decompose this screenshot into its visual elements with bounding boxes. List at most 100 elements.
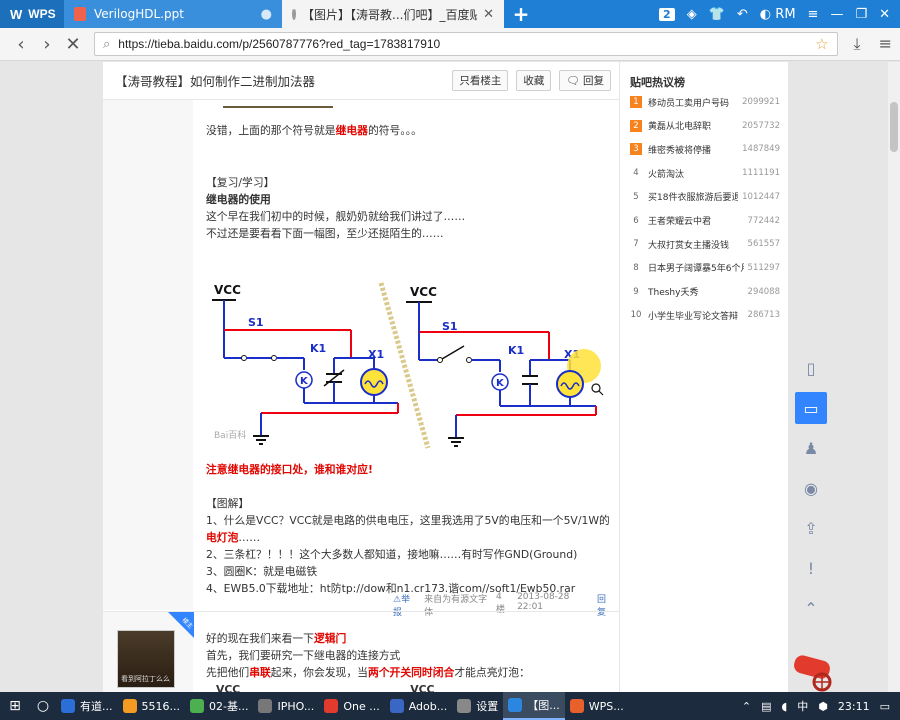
tab-verilog-ppt[interactable]: VerilogHDL.ppt ● — [64, 0, 282, 28]
vcc-label-left: VCC — [214, 283, 241, 297]
back-button[interactable]: ‹ — [8, 34, 34, 55]
hot-topic-item[interactable]: 4 火箭淘汰 1111191 — [630, 165, 780, 181]
paragraph: 不过还是要看看下面一幅图，至少还挺陌生的…… — [206, 227, 444, 240]
taskbar-app[interactable]: 5516... — [118, 692, 185, 720]
hot-topic-item[interactable]: 9 Theshy夭秀 294088 — [630, 284, 780, 300]
circuit-diagram: VCC S1 K K1 X1 Bai百科 VCC S1 K K1 — [212, 282, 604, 449]
shirt-icon[interactable]: 👕 — [709, 7, 725, 22]
hot-topic-count: 772442 — [747, 215, 780, 226]
hot-topic-count: 286713 — [747, 310, 780, 321]
tab-tieba[interactable]: 【图片】【涛哥教...们吧】_百度贴吧 ✕ — [282, 0, 504, 28]
tab-label: WPS — [28, 7, 56, 21]
hot-topic-item[interactable]: 8 日本男子阔谭暴5年6个月 511297 — [630, 260, 780, 276]
bookmark-star-icon[interactable]: ☆ — [815, 35, 828, 53]
wps-logo-icon: W — [10, 6, 23, 22]
hot-topic-name[interactable]: 火箭淘汰 — [648, 167, 738, 180]
tab-count-badge[interactable]: 2 — [659, 7, 675, 21]
close-window-icon[interactable]: ✕ — [879, 7, 890, 22]
hot-topic-name[interactable]: 小学生毕业写论文答辩 — [648, 309, 744, 322]
post-floor: 楼主 看到阿拉丁么么 好的现在我们来看一下逻辑门 首先，我们要研究一下继电器的连… — [103, 611, 619, 692]
restore-icon[interactable]: ❐ — [855, 7, 867, 22]
taskbar-app-label: 5516... — [141, 699, 180, 713]
list-item: 1、什么是VCC？VCC就是电路的供电电压，这里我选用了5V的电压和一个5V/1… — [206, 514, 610, 544]
game-icon[interactable]: ◉ — [795, 472, 827, 504]
clock[interactable]: 23:11 — [838, 700, 870, 713]
only-owner-button[interactable]: 只看楼主 — [452, 70, 509, 91]
notification-icon[interactable]: ▭ — [880, 700, 890, 713]
start-button[interactable]: ⊞ — [0, 698, 30, 714]
antivirus-icon[interactable]: ⬢ — [818, 700, 828, 713]
reply-button[interactable]: 🗨 回复 — [559, 70, 611, 91]
browser-menu-icon[interactable]: ≡ — [879, 34, 892, 54]
volume-icon[interactable]: ◖ — [781, 700, 787, 713]
hot-topic-name[interactable]: 买18件衣服旅游后要退 — [648, 190, 738, 203]
network-icon[interactable]: ▤ — [761, 700, 771, 713]
paragraph: 先把他们串联起来，你会发现，当两个开关同时闭合才能点亮灯泡： — [206, 666, 530, 679]
taskbar-app-label: 有道... — [80, 700, 113, 713]
search-icon[interactable]: ○ — [30, 698, 56, 714]
scrollbar-thumb[interactable] — [890, 102, 898, 152]
taskbar-app[interactable]: 02-基... — [185, 692, 253, 720]
shield-icon[interactable]: ◈ — [687, 7, 697, 22]
subheading: 继电器的使用 — [206, 193, 271, 206]
taskbar-app[interactable]: One ... — [319, 692, 384, 720]
hot-topic-rank: 9 — [633, 286, 639, 297]
share-icon[interactable]: ⇪ — [795, 512, 827, 544]
app-icon — [324, 699, 339, 713]
hot-topic-name[interactable]: 日本男子阔谭暴5年6个月 — [648, 261, 744, 274]
close-tab-icon[interactable]: ● — [261, 7, 272, 22]
taskbar-app[interactable]: Adob... — [385, 692, 453, 720]
taskbar-app[interactable]: 【图... — [503, 692, 565, 720]
hot-topic-item[interactable]: 5 买18件衣服旅游后要退 1012447 — [630, 189, 780, 205]
taskbar-app-label: One ... — [343, 699, 380, 713]
taskbar-app[interactable]: 设置 — [452, 692, 503, 720]
hot-topic-item[interactable]: 10 小学生毕业写论文答辩 286713 — [630, 307, 780, 323]
taskbar-app-label: 02-基... — [208, 700, 249, 713]
menu-icon[interactable]: ≡ — [808, 7, 819, 22]
hot-topic-name[interactable]: 王者荣耀云中君 — [648, 214, 744, 227]
back-to-top-icon[interactable]: ⌃ — [795, 592, 827, 624]
page-title: 【涛哥教程】如何制作二进制加法器 — [115, 74, 316, 89]
hot-topic-item[interactable]: 1 移动员工卖用户号码 2099921 — [630, 94, 780, 110]
minimize-icon[interactable]: — — [830, 7, 843, 22]
explanation-list: 【图解】 1、什么是VCC？VCC就是电路的供电电压，这里我选用了5V的电压和一… — [206, 495, 611, 597]
tab-wps[interactable]: W WPS — [0, 0, 64, 28]
hot-topic-item[interactable]: 6 王者荣耀云中君 772442 — [630, 213, 780, 229]
ime-indicator[interactable]: 中 — [797, 698, 808, 714]
hot-topics-panel: 贴吧热议榜 1 移动员工卖用户号码 2099921 2 黄磊从北电辞职 2057732 3 维… — [620, 62, 788, 692]
close-tab-icon[interactable]: ✕ — [483, 7, 494, 22]
hot-topic-name[interactable]: 移动员工卖用户号码 — [648, 96, 738, 109]
hot-topic-name[interactable]: 黄磊从北电辞职 — [648, 119, 738, 132]
taskbar-app[interactable]: WPS... — [565, 692, 629, 720]
user-menu[interactable]: ◐ RM — [760, 7, 796, 22]
hot-topic-item[interactable]: 7 大叔打赏女主播没钱 561557 — [630, 236, 780, 252]
svg-text:K: K — [496, 378, 505, 389]
hot-topic-name[interactable]: Theshy夭秀 — [648, 285, 744, 298]
hot-topic-item[interactable]: 2 黄磊从北电辞职 2057732 — [630, 118, 780, 134]
forward-button[interactable]: › — [34, 34, 60, 55]
url-text[interactable]: https://tieba.baidu.com/p/2560787776?red… — [118, 37, 815, 51]
paragraph: 首先，我们要研究一下继电器的连接方式 — [206, 649, 401, 662]
mascot-icon[interactable]: ♟ — [795, 432, 827, 464]
page-scrollbar[interactable] — [888, 62, 900, 692]
collect-button[interactable]: 收藏 — [516, 70, 552, 91]
download-icon[interactable]: ⤓ — [854, 34, 861, 54]
hot-topic-name[interactable]: 维密秀被将停播 — [648, 143, 738, 156]
feedback-icon[interactable]: ! — [795, 552, 827, 584]
stop-loading-button[interactable]: ✕ — [60, 34, 86, 55]
download-app-icon[interactable]: ▯ — [795, 352, 827, 384]
hot-topic-count: 511297 — [747, 262, 780, 273]
cannon-mascot-icon[interactable] — [790, 652, 840, 692]
hot-topic-item[interactable]: 3 维密秀被将停播 1487849 — [630, 141, 780, 157]
taskbar-app[interactable]: 有道... — [56, 692, 118, 720]
taskbar-app[interactable]: IPHO... — [253, 692, 319, 720]
tray-arrow-icon[interactable]: ⌃ — [742, 700, 751, 713]
hot-topic-name[interactable]: 大叔打赏女主播没钱 — [648, 238, 744, 251]
hot-topic-rank: 4 — [633, 168, 639, 179]
undo-icon[interactable]: ↶ — [737, 7, 748, 22]
comment-icon[interactable]: ▭ — [795, 392, 827, 424]
new-tab-button[interactable]: + — [504, 0, 538, 28]
avatar[interactable]: 看到阿拉丁么么 — [117, 630, 175, 688]
hot-topic-count: 2057732 — [742, 120, 780, 131]
url-input[interactable]: ⌕ https://tieba.baidu.com/p/2560787776?r… — [94, 32, 838, 56]
